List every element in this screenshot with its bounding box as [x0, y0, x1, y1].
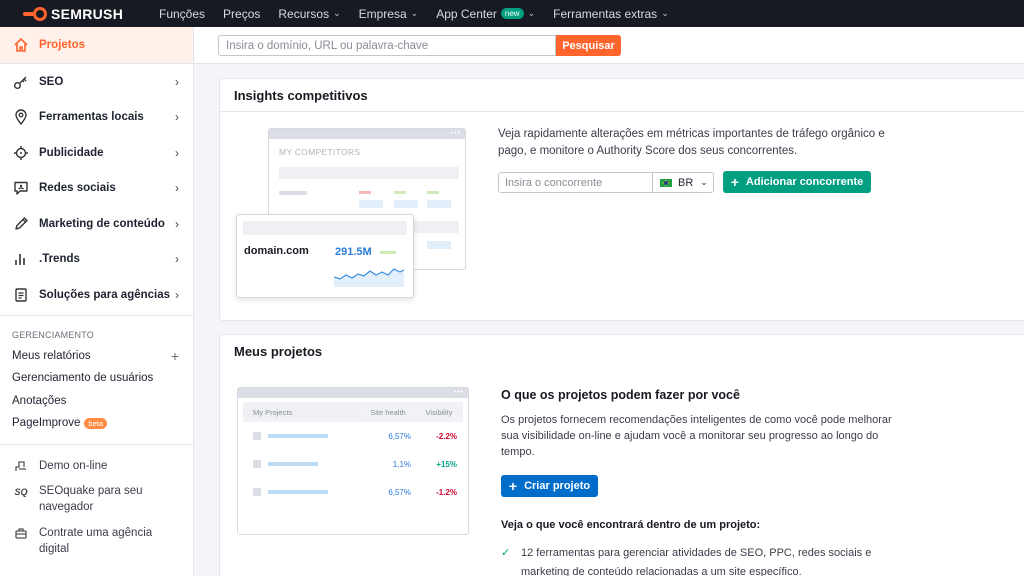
social-chat-icon [12, 179, 30, 197]
insights-description: Veja rapidamente alterações em métricas … [498, 128, 885, 157]
nav-app-center[interactable]: App Center new ⌄ [436, 7, 535, 21]
nav-precos[interactable]: Preços [223, 7, 260, 21]
home-icon [12, 36, 30, 54]
sidebar-item-redes-sociais[interactable]: Redes sociais › [0, 171, 193, 207]
management-section-title: GERENCIAMENTO [12, 329, 94, 340]
add-competitor-button[interactable]: + Adicionar concorrente [723, 171, 871, 193]
brand-name: SEMRUSH [51, 5, 124, 22]
chevron-down-icon: ⌄ [527, 8, 536, 18]
nav-empresa[interactable]: Empresa ⌄ [359, 7, 419, 21]
chevron-right-icon: › [175, 287, 179, 302]
nav-funcoes[interactable]: Funções [159, 7, 205, 21]
chevron-right-icon: › [175, 252, 179, 267]
search-bar: Pesquisar [194, 27, 1024, 64]
new-badge: new [500, 8, 524, 19]
list-item: ✓ 12 ferramentas para gerenciar atividad… [501, 544, 896, 576]
sidebar-item-ferramentas-locais[interactable]: Ferramentas locais › [0, 100, 193, 136]
search-button[interactable]: Pesquisar [556, 35, 621, 56]
sidebar-link-meus-relatorios[interactable]: Meus relatórios + [0, 345, 193, 368]
sidebar-link-gerenciamento-de-usuarios[interactable]: Gerenciamento de usuários [0, 367, 193, 390]
semrush-logo-icon [23, 6, 47, 21]
target-icon [12, 144, 30, 162]
insights-card: Insights competitivos ••• MY COMPETITORS… [219, 78, 1024, 321]
chevron-right-icon: › [175, 181, 179, 196]
agency-icon [12, 525, 30, 540]
sidebar-item-publicidade[interactable]: Publicidade › [0, 135, 193, 171]
plus-icon[interactable]: + [171, 348, 179, 364]
ptable-header-visibility: Visibility [425, 407, 453, 417]
chevron-down-icon: ⌄ [333, 8, 341, 18]
projects-subheading: Veja o que você encontrará dentro de um … [501, 519, 761, 531]
demo-icon [12, 458, 30, 473]
nav-recursos[interactable]: Recursos ⌄ [278, 7, 340, 21]
chevron-down-icon: ⌄ [700, 177, 708, 187]
sidebar-link-anotacoes[interactable]: Anotações [0, 390, 193, 413]
sidebar-item-solucoes-para-agencias[interactable]: Soluções para agências › [0, 277, 193, 313]
projects-illustration: ••• My Projects Site health Visibility 6… [237, 387, 469, 535]
sidebar-item-trends[interactable]: .Trends › [0, 242, 193, 278]
key-icon [12, 73, 30, 91]
seoquake-icon: SQ [14, 486, 28, 497]
top-navigation: SEMRUSH Funções Preços Recursos ⌄ Empresa… [0, 0, 1024, 27]
sidebar-item-projetos[interactable]: Projetos [0, 27, 193, 63]
plus-icon: + [508, 478, 518, 494]
pencil-icon [12, 215, 30, 233]
competitors-illustration: ••• MY COMPETITORS domain.com 291.5M [236, 128, 468, 303]
projects-card: Meus projetos ••• My Projects Site healt… [219, 334, 1024, 576]
table-row: 1,1% +15% [243, 450, 463, 478]
competitor-input[interactable] [498, 172, 653, 193]
semrush-logo[interactable]: SEMRUSH [23, 6, 149, 22]
projects-title: Meus projetos [234, 344, 323, 359]
projects-heading: O que os projetos podem fazer por você [501, 388, 740, 402]
beta-badge: beta [84, 417, 108, 429]
projects-description: Os projetos fornecem recomendações intel… [501, 414, 892, 458]
chevron-right-icon: › [175, 74, 179, 89]
sidebar-extra-contrate-agencia[interactable]: Contrate uma agência digital [0, 525, 193, 557]
domain-label: domain.com [244, 245, 309, 257]
brazil-flag-icon [660, 178, 672, 187]
table-row: 6,57% -2.2% [243, 422, 463, 450]
trends-bars-icon [12, 250, 30, 268]
table-row: 6,57% -1.2% [243, 478, 463, 506]
chevron-right-icon: › [175, 110, 179, 125]
sidebar-item-seo[interactable]: SEO › [0, 64, 193, 100]
sparkline-icon [334, 268, 404, 287]
sidebar-extra-demo-online[interactable]: Demo on-line [0, 455, 193, 477]
domain-mock-card: domain.com 291.5M [236, 214, 414, 298]
sidebar-item-marketing-de-conteudo[interactable]: Marketing de conteúdo › [0, 206, 193, 242]
nav-ferramentas-extras[interactable]: Ferramentas extras ⌄ [553, 7, 669, 21]
chevron-down-icon: ⌄ [661, 8, 669, 18]
search-input[interactable] [218, 35, 556, 56]
document-icon [12, 286, 30, 304]
chevron-down-icon: ⌄ [410, 8, 419, 18]
check-icon: ✓ [501, 547, 511, 559]
chevron-right-icon: › [175, 145, 179, 160]
sidebar-link-pageimprove[interactable]: PageImprove beta [0, 412, 193, 435]
competitors-mock-label: MY COMPETITORS [279, 147, 361, 157]
create-project-button[interactable]: + Criar projeto [501, 475, 598, 497]
insights-title: Insights competitivos [220, 79, 1024, 112]
chevron-right-icon: › [175, 216, 179, 231]
sidebar-extra-seoquake[interactable]: SQ SEOquake para seu navegador [0, 483, 193, 515]
sidebar: Projetos SEO › Ferramentas locais › Publ… [0, 27, 194, 576]
plus-icon: + [730, 174, 739, 190]
country-select[interactable]: BR ⌄ [652, 172, 714, 193]
ptable-header-projects: My Projects [243, 407, 361, 417]
location-pin-icon [12, 108, 30, 126]
ptable-header-health: Site health [370, 407, 406, 417]
domain-value: 291.5M [335, 246, 372, 258]
